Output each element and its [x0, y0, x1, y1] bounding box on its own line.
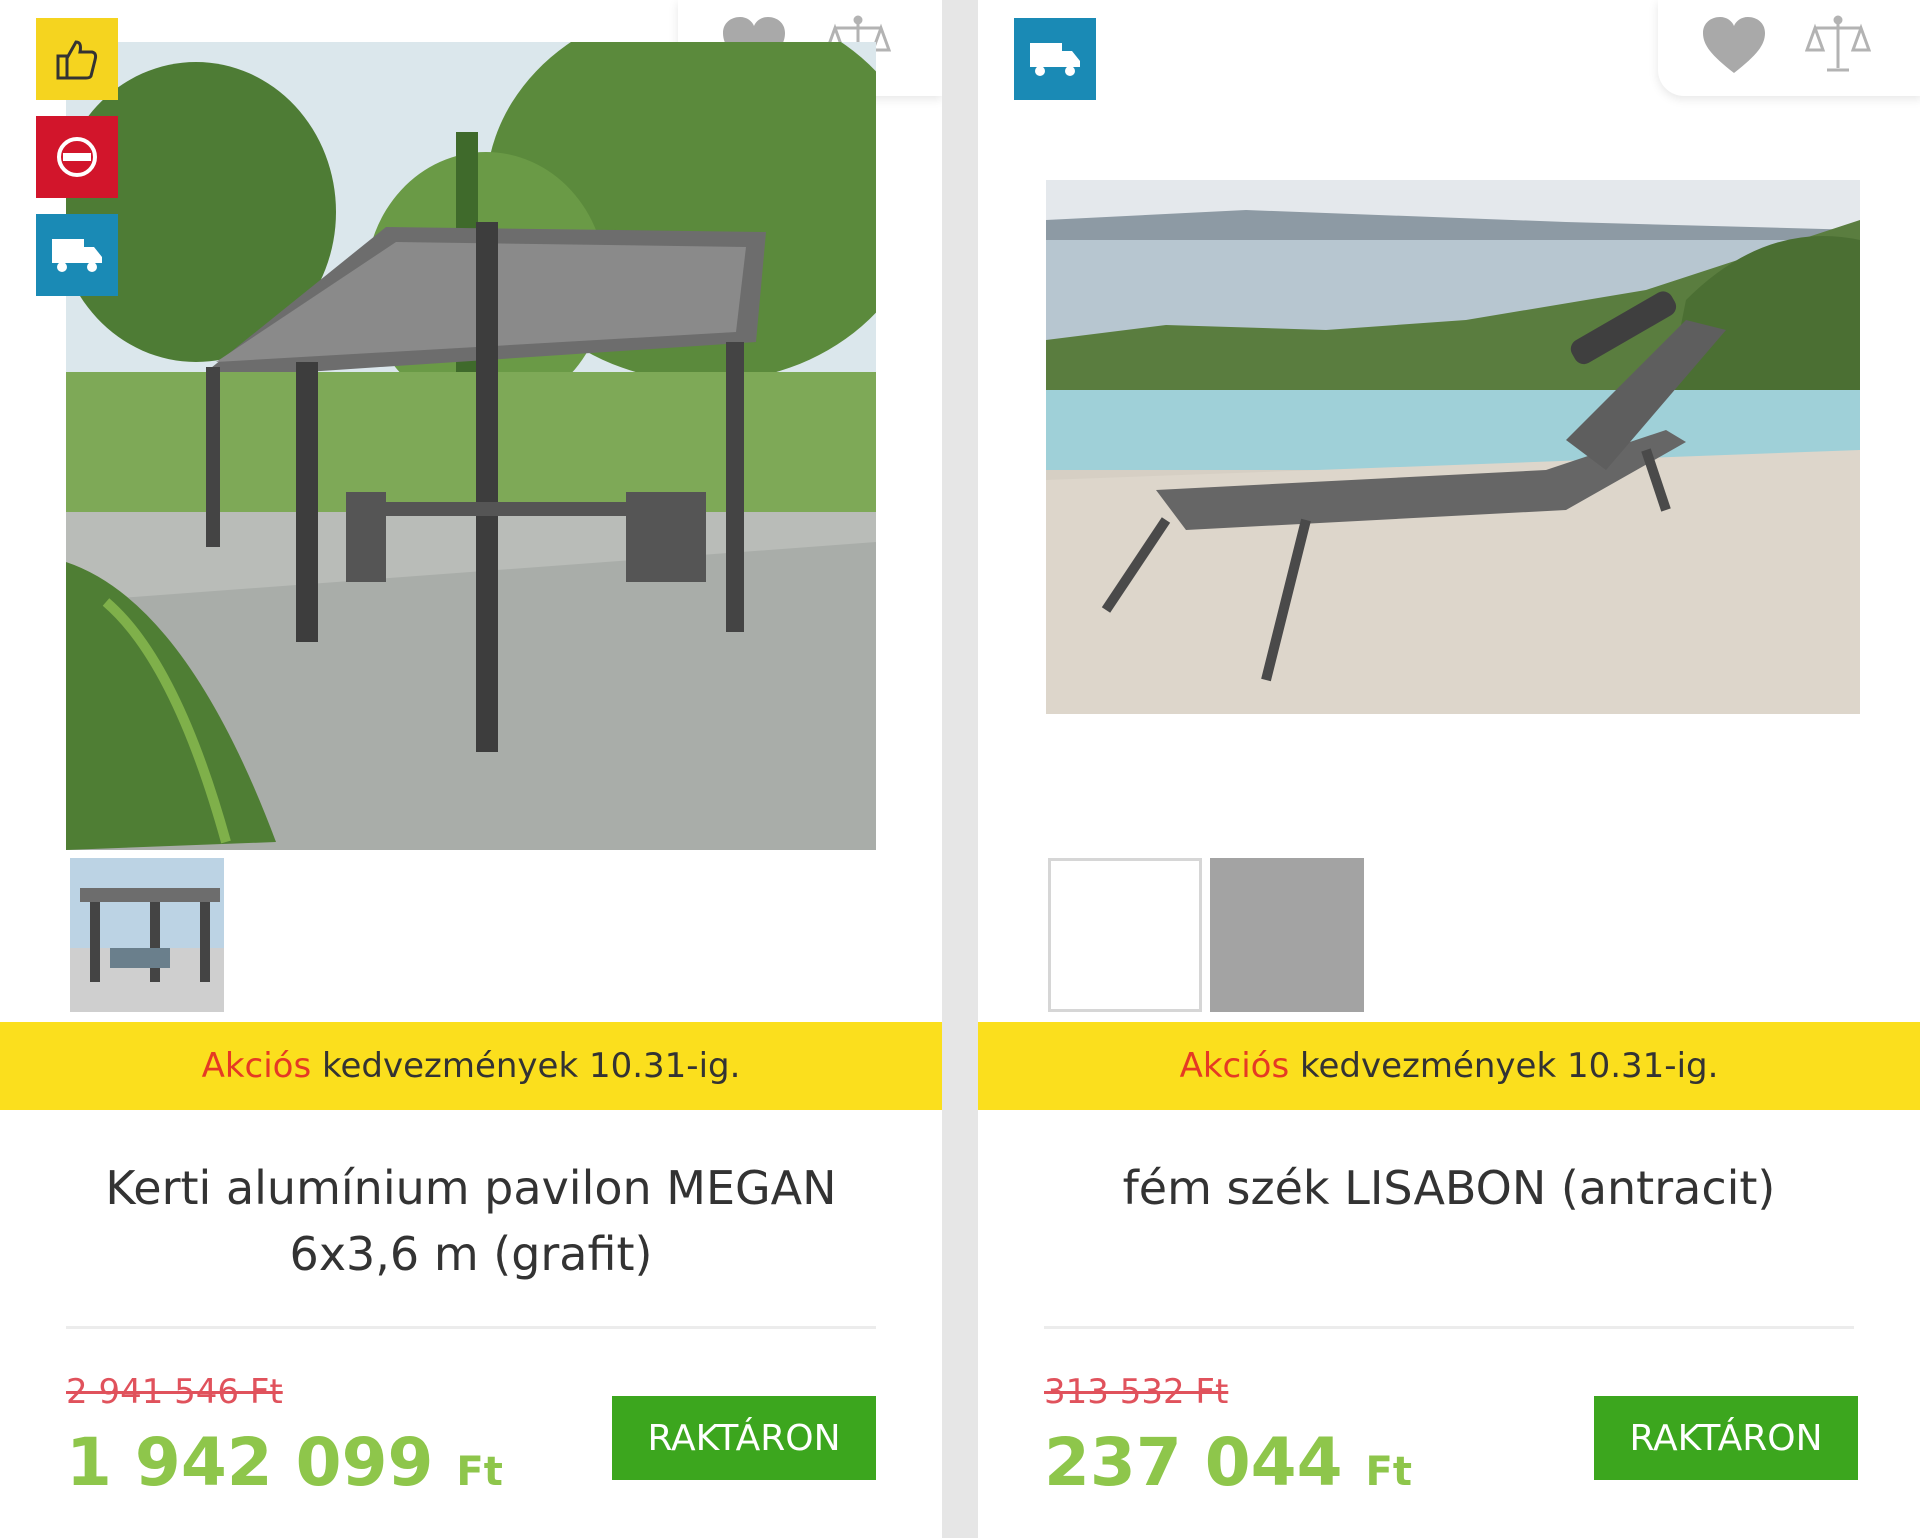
wishlist-heart-icon[interactable] [1694, 10, 1774, 80]
promo-highlight: Akciós [1179, 1046, 1290, 1086]
thumbs-up-icon [36, 18, 118, 100]
promo-banner: Akciós kedvezmények 10.31-ig. [0, 1022, 942, 1110]
new-price-value: 237 044 [1044, 1424, 1343, 1501]
delivery-truck-icon [1014, 18, 1096, 100]
old-price: 313 532 Ft [1044, 1372, 1229, 1412]
pavilion-thumbnail[interactable] [70, 858, 224, 1012]
old-price: 2 941 546 Ft [66, 1372, 283, 1412]
new-price-currency: Ft [456, 1449, 503, 1495]
delivery-truck-icon [36, 214, 118, 296]
color-swatch-white[interactable] [1048, 858, 1202, 1012]
new-price: 237 044 Ft [1044, 1418, 1412, 1517]
card-actions [1658, 0, 1920, 96]
in-stock-button[interactable]: RAKTÁRON [1594, 1396, 1858, 1480]
color-swatch-grey[interactable] [1210, 858, 1364, 1012]
new-price: 1 942 099 Ft [66, 1418, 503, 1517]
sale-icon [36, 116, 118, 198]
divider [1044, 1326, 1854, 1329]
product-image-sun-lounger[interactable] [1046, 180, 1860, 714]
compare-scale-icon[interactable] [1798, 10, 1878, 80]
product-title[interactable]: Kerti alumínium pavilon MEGAN 6x3,6 m (g… [60, 1155, 882, 1287]
in-stock-button[interactable]: RAKTÁRON [612, 1396, 876, 1480]
promo-text: kedvezmények 10.31-ig. [321, 1046, 741, 1086]
product-image-pavilion[interactable] [66, 42, 876, 850]
product-card[interactable]: Akciós kedvezmények 10.31-ig. Kerti alum… [0, 0, 942, 1538]
new-price-currency: Ft [1365, 1449, 1412, 1495]
product-title[interactable]: fém szék LISABON (antracit) [1038, 1155, 1860, 1221]
promo-text: kedvezmények 10.31-ig. [1299, 1046, 1719, 1086]
promo-highlight: Akciós [201, 1046, 312, 1086]
promo-banner: Akciós kedvezmények 10.31-ig. [978, 1022, 1920, 1110]
product-card[interactable]: Akciós kedvezmények 10.31-ig. fém szék L… [978, 0, 1920, 1538]
new-price-value: 1 942 099 [66, 1424, 434, 1501]
divider [66, 1326, 876, 1329]
